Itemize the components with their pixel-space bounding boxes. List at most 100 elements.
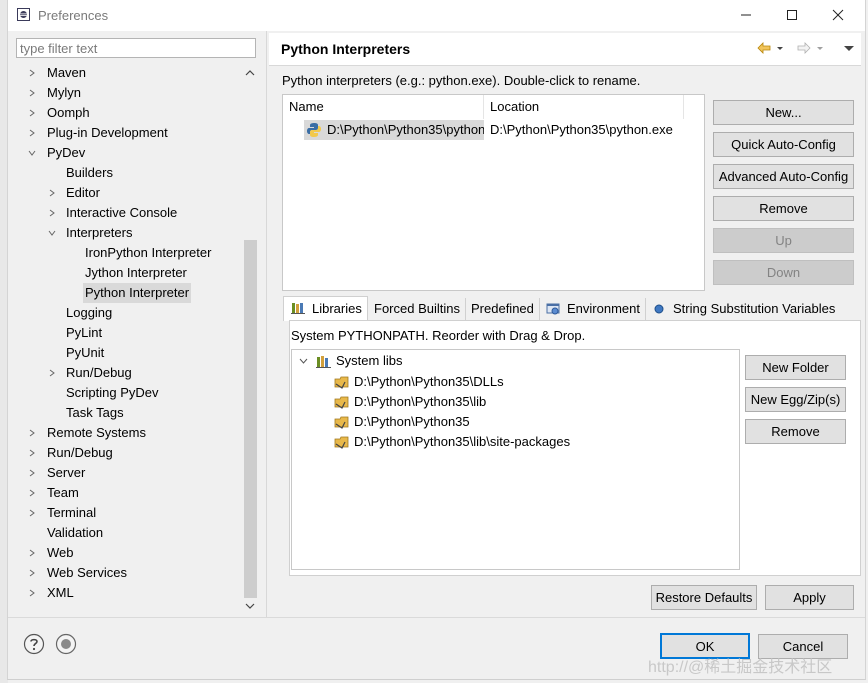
- chevron-right-icon[interactable]: [46, 183, 58, 203]
- library-folder-icon: [316, 356, 331, 368]
- tree-item-label: Run/Debug: [66, 365, 132, 380]
- scroll-up-icon[interactable]: [244, 67, 256, 79]
- tree-item-label: Task Tags: [66, 405, 124, 420]
- interpreter-name-cell[interactable]: D:\Python\Python35\python: [304, 120, 484, 140]
- tree-item-label: XML: [47, 585, 74, 600]
- interpreters-table[interactable]: Name Location D:\Python\Python35\python …: [282, 94, 705, 291]
- remove-interpreter-button[interactable]: Remove: [713, 196, 854, 221]
- tree-item-label: PyLint: [66, 325, 103, 340]
- tree-item-label: Web Services: [47, 565, 127, 580]
- tree-item-label: Scripting PyDev: [66, 385, 159, 400]
- remove-library-button[interactable]: Remove: [745, 419, 846, 444]
- tree-item-label: Mylyn: [47, 85, 81, 100]
- scrollbar-thumb[interactable]: [244, 240, 257, 598]
- header-divider: [269, 65, 861, 66]
- panel-divider[interactable]: [266, 31, 267, 617]
- close-button[interactable]: [815, 3, 861, 27]
- chevron-right-icon[interactable]: [26, 503, 38, 523]
- chevron-right-icon[interactable]: [46, 203, 58, 223]
- tab-string-substitution-variables[interactable]: String Substitution Variables: [646, 298, 844, 320]
- chevron-right-icon[interactable]: [26, 543, 38, 563]
- forward-dropdown-icon[interactable]: [815, 41, 825, 55]
- restore-defaults-button[interactable]: Restore Defaults: [651, 585, 757, 610]
- tab-label: String Substitution Variables: [673, 301, 836, 316]
- system-libs-tree[interactable]: System libs D:\Python\Python35\DLLs D:\P…: [291, 349, 740, 570]
- list-item[interactable]: D:\Python\Python35\lib: [334, 392, 714, 412]
- tree-item-label: Remote Systems: [47, 425, 146, 440]
- interpreter-location: D:\Python\Python35\python.exe: [490, 122, 673, 137]
- chevron-right-icon[interactable]: [26, 103, 38, 123]
- tab-label: Predefined: [471, 301, 534, 316]
- tree-item-label: Builders: [66, 165, 113, 180]
- table-row[interactable]: D:\Python\Python35\python D:\Python\Pyth…: [283, 119, 704, 141]
- list-item[interactable]: D:\Python\Python35\DLLs: [334, 372, 714, 392]
- tab-libraries[interactable]: Libraries: [283, 296, 368, 321]
- tree-item-label: Maven: [47, 65, 87, 80]
- filter-input[interactable]: [16, 38, 256, 58]
- chevron-right-icon[interactable]: [26, 83, 38, 103]
- chevron-right-icon[interactable]: [26, 443, 38, 463]
- quick-auto-config-button[interactable]: Quick Auto-Config: [713, 132, 854, 157]
- title-bar: Preferences: [8, 0, 865, 31]
- chevron-right-icon[interactable]: [26, 123, 38, 143]
- chevron-right-icon[interactable]: [26, 483, 38, 503]
- view-menu-icon[interactable]: [843, 41, 855, 55]
- chevron-down-icon[interactable]: [299, 357, 308, 366]
- library-path: D:\Python\Python35: [354, 414, 470, 429]
- record-preferences-icon[interactable]: [55, 633, 77, 655]
- tree-item-label: Validation: [47, 525, 104, 540]
- back-dropdown-icon[interactable]: [775, 41, 785, 55]
- library-path: D:\Python\Python35\lib\site-packages: [354, 434, 571, 449]
- chevron-right-icon[interactable]: [26, 463, 38, 483]
- scroll-down-icon[interactable]: [244, 600, 256, 612]
- chevron-right-icon[interactable]: [26, 563, 38, 583]
- maximize-button[interactable]: [769, 3, 815, 27]
- watermark: http://@稀土掘金技术社区: [648, 659, 833, 676]
- tab-forced-builtins[interactable]: Forced Builtins: [368, 298, 466, 320]
- folder-icon: [334, 376, 349, 389]
- interpreters-description: Python interpreters (e.g.: python.exe). …: [282, 73, 641, 88]
- new-egg-zip-button[interactable]: New Egg/Zip(s): [745, 387, 846, 412]
- new-folder-button[interactable]: New Folder: [745, 355, 846, 380]
- minimize-button[interactable]: [723, 3, 769, 27]
- variables-icon: [654, 304, 664, 314]
- new-interpreter-button[interactable]: New...: [713, 100, 854, 125]
- help-icon[interactable]: [23, 633, 45, 655]
- system-libs-label: System libs: [336, 353, 403, 368]
- chevron-right-icon[interactable]: [26, 423, 38, 443]
- tree-item-label: Jython Interpreter: [85, 265, 187, 280]
- library-path: D:\Python\Python35\DLLs: [354, 374, 504, 389]
- column-header-location[interactable]: Location: [484, 95, 684, 119]
- chevron-right-icon[interactable]: [46, 363, 58, 383]
- tree-item-label: Web: [47, 545, 74, 560]
- chevron-down-icon[interactable]: [46, 223, 58, 243]
- chevron-down-icon[interactable]: [26, 143, 38, 163]
- list-item[interactable]: D:\Python\Python35: [334, 412, 714, 432]
- minimize-icon: [741, 14, 751, 16]
- chevron-right-icon[interactable]: [26, 63, 38, 83]
- tree-item-label: Oomph: [47, 105, 90, 120]
- eclipse-app-icon: [17, 8, 30, 21]
- apply-button[interactable]: Apply: [765, 585, 854, 610]
- tree-item-label: Interactive Console: [66, 205, 178, 220]
- interpreter-name: D:\Python\Python35\python: [327, 122, 484, 137]
- libraries-icon: [291, 303, 305, 314]
- chevron-right-icon[interactable]: [26, 583, 38, 603]
- tab-label: Libraries: [312, 301, 362, 316]
- tree-item-label: Run/Debug: [47, 445, 113, 460]
- back-arrow-icon[interactable]: [757, 41, 771, 55]
- tree-item-label: Interpreters: [66, 225, 133, 240]
- advanced-auto-config-button[interactable]: Advanced Auto-Config: [713, 164, 854, 189]
- list-item[interactable]: D:\Python\Python35\lib\site-packages: [334, 432, 714, 452]
- tab-predefined[interactable]: Predefined: [466, 298, 540, 320]
- column-header-name[interactable]: Name: [283, 95, 484, 119]
- tree-item-label: Python Interpreter: [83, 283, 192, 303]
- library-path: D:\Python\Python35\lib: [354, 394, 487, 409]
- up-button[interactable]: Up: [713, 228, 854, 253]
- forward-arrow-icon[interactable]: [797, 41, 811, 55]
- down-button[interactable]: Down: [713, 260, 854, 285]
- tree-scrollbar[interactable]: [242, 63, 257, 616]
- tab-label: Forced Builtins: [374, 301, 460, 316]
- window-title: Preferences: [38, 8, 109, 23]
- tab-environment[interactable]: Environment: [540, 298, 646, 320]
